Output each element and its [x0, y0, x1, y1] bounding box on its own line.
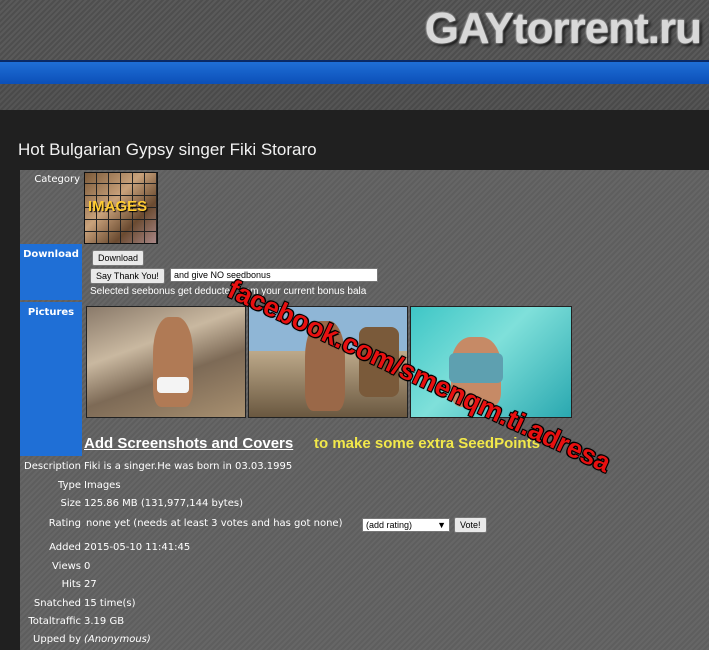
views-label: Views	[52, 561, 81, 572]
site-logo[interactable]: GAYtorrent.ru	[425, 4, 702, 54]
nav-bar	[0, 84, 709, 192]
category-image-text: IMAGES	[88, 198, 148, 215]
download-label: Download	[23, 249, 79, 260]
type-value: Images	[84, 480, 121, 491]
category-label: Category	[34, 174, 80, 185]
seedbonus-select[interactable]: and give NO seedbonus	[170, 268, 378, 282]
download-label-cell: Download	[20, 244, 82, 300]
upped-by-label: Upped by	[33, 634, 81, 645]
hits-label: Hits	[61, 579, 81, 590]
download-button[interactable]: Download	[92, 250, 145, 266]
page-title: Hot Bulgarian Gypsy singer Fiki Storaro	[18, 140, 317, 159]
snatched-label: Snatched	[33, 598, 81, 609]
say-thank-you-button[interactable]: Say Thank You!	[90, 268, 165, 284]
picture-thumbnail-1[interactable]	[86, 306, 246, 418]
views-value: 0	[84, 561, 91, 572]
description-label: Description	[24, 461, 81, 472]
pictures-label-cell: Pictures	[20, 302, 82, 456]
upped-by-value[interactable]: (Anonymous)	[84, 634, 151, 645]
totaltraffic-label: Totaltraffic	[28, 616, 81, 627]
added-label: Added	[49, 542, 81, 553]
pictures-label: Pictures	[27, 307, 75, 318]
size-label: Size	[60, 498, 81, 509]
menu-bar	[0, 60, 709, 86]
size-value: 125.86 MB (131,977,144 bytes)	[84, 498, 243, 509]
rating-select[interactable]: (add rating) ▼	[362, 518, 450, 532]
rating-select-value: (add rating)	[366, 520, 413, 530]
vote-button[interactable]: Vote!	[454, 517, 487, 533]
description-value: Fiki is a singer.He was born in 03.03.19…	[84, 461, 293, 472]
added-value: 2015-05-10 11:41:45	[84, 542, 191, 553]
site-header: GAYtorrent.ru	[0, 0, 709, 60]
add-screenshots-link[interactable]: Add Screenshots and Covers	[84, 435, 293, 452]
chevron-down-icon: ▼	[437, 520, 446, 530]
type-label: Type	[58, 480, 81, 491]
totaltraffic-value: 3.19 GB	[84, 616, 125, 627]
figure-shape	[153, 317, 193, 407]
rating-label: Rating	[48, 518, 81, 529]
figure-shape	[157, 377, 189, 393]
hits-value: 27	[84, 579, 97, 590]
add-screenshots-promo: to make some extra SeedPoints	[314, 435, 540, 452]
rating-value: none yet (needs at least 3 votes and has…	[86, 518, 343, 529]
snatched-value: 15 time(s)	[84, 598, 136, 609]
